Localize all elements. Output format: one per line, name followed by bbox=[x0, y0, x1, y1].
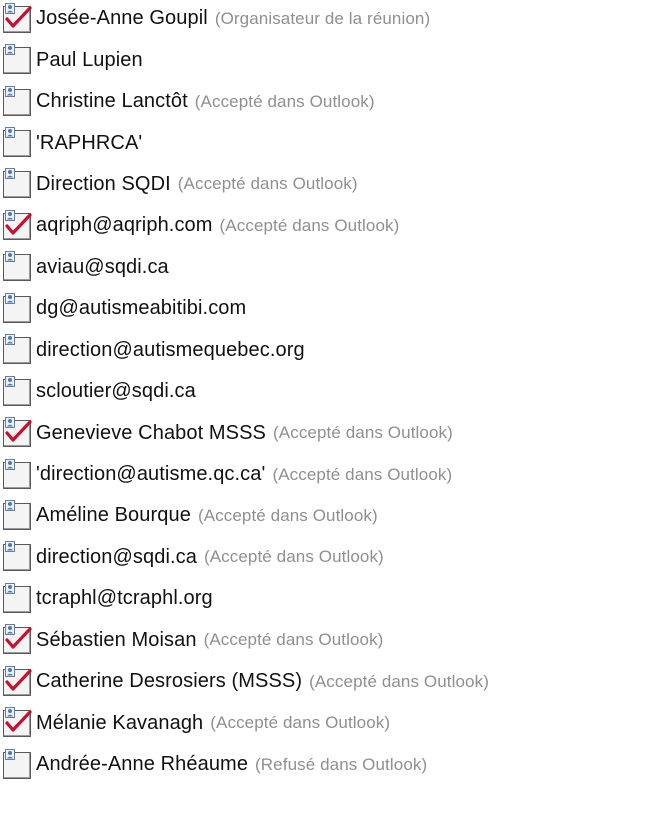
attendee-status: (Refusé dans Outlook) bbox=[255, 754, 428, 774]
attendee-icon bbox=[0, 250, 34, 284]
attendee-name: Christine Lanctôt bbox=[36, 90, 188, 113]
attendee-row[interactable]: 'direction@autisme.qc.ca' (Accepté dans O… bbox=[0, 454, 652, 495]
attendee-row[interactable]: Genevieve Chabot MSSS (Accepté dans Outlo… bbox=[0, 412, 652, 453]
attendee-status: (Accepté dans Outlook) bbox=[273, 423, 453, 443]
attendee-status: (Accepté dans Outlook) bbox=[177, 174, 358, 194]
attendee-name: Direction SQDI bbox=[36, 172, 171, 195]
attendee-status: (Accepté dans Outlook) bbox=[203, 630, 384, 650]
attendee-name: Paul Lupien bbox=[36, 48, 143, 71]
attendee-checked-icon bbox=[0, 416, 34, 450]
attendee-row[interactable]: Andrée-Anne Rhéaume (Refusé dans Outlook) bbox=[0, 744, 652, 785]
attendee-icon bbox=[0, 43, 34, 77]
attendee-name: Catherine Desrosiers (MSSS) bbox=[36, 670, 303, 693]
attendee-row[interactable]: aqriph@aqriph.com (Accepté dans Outlook) bbox=[0, 205, 652, 246]
attendee-row[interactable]: aviau@sqdi.ca bbox=[0, 247, 652, 288]
attendee-icon bbox=[0, 167, 34, 201]
attendee-name: aviau@sqdi.ca bbox=[36, 255, 169, 278]
attendee-row[interactable]: tcraphl@tcraphl.org bbox=[0, 578, 652, 619]
attendee-name: direction@autismequebec.org bbox=[36, 338, 305, 361]
attendee-icon bbox=[0, 748, 34, 782]
attendee-name: Genevieve Chabot MSSS bbox=[36, 421, 267, 444]
attendee-checked-icon bbox=[0, 623, 34, 657]
attendee-list: Josée-Anne Goupil (Organisateur de la réu… bbox=[0, 0, 652, 785]
attendee-name: 'direction@autisme.qc.ca' bbox=[36, 463, 266, 486]
attendee-icon bbox=[0, 458, 34, 492]
attendee-icon bbox=[0, 292, 34, 326]
attendee-status: (Accepté dans Outlook) bbox=[272, 464, 453, 484]
attendee-checked-icon bbox=[0, 665, 34, 699]
attendee-status: (Accepté dans Outlook) bbox=[210, 713, 391, 733]
attendee-status: (Accepté dans Outlook) bbox=[197, 505, 378, 525]
attendee-row[interactable]: dg@autismeabitibi.com bbox=[0, 288, 652, 329]
attendee-row[interactable]: Sébastien Moisan (Accepté dans Outlook) bbox=[0, 620, 652, 661]
attendee-icon bbox=[0, 333, 34, 367]
attendee-row[interactable]: Josée-Anne Goupil (Organisateur de la réu… bbox=[0, 0, 652, 39]
attendee-row[interactable]: 'RAPHRCA' bbox=[0, 122, 652, 163]
attendee-row[interactable]: direction@sqdi.ca (Accepté dans Outlook) bbox=[0, 537, 652, 578]
attendee-name: direction@sqdi.ca bbox=[36, 545, 197, 568]
attendee-row[interactable]: Paul Lupien bbox=[0, 39, 652, 80]
attendee-name: Josée-Anne Goupil bbox=[36, 7, 208, 30]
attendee-icon bbox=[0, 540, 34, 574]
attendee-row[interactable]: direction@autismequebec.org bbox=[0, 330, 652, 371]
attendee-status: (Accepté dans Outlook) bbox=[194, 91, 375, 111]
attendee-row[interactable]: Améline Bourque (Accepté dans Outlook) bbox=[0, 495, 652, 536]
attendee-name: dg@autismeabitibi.com bbox=[36, 297, 247, 320]
attendee-name: 'RAPHRCA' bbox=[36, 131, 143, 154]
attendee-checked-icon bbox=[0, 209, 34, 243]
attendee-status: (Organisateur de la réunion) bbox=[214, 8, 431, 28]
attendee-status: (Accepté dans Outlook) bbox=[219, 215, 400, 235]
attendee-row[interactable]: scloutier@sqdi.ca bbox=[0, 371, 652, 412]
attendee-name: scloutier@sqdi.ca bbox=[36, 380, 196, 403]
attendee-checked-icon bbox=[0, 2, 34, 36]
attendee-status: (Accepté dans Outlook) bbox=[309, 671, 489, 691]
attendee-icon bbox=[0, 582, 34, 616]
attendee-name: tcraphl@tcraphl.org bbox=[36, 587, 213, 610]
attendee-name: Sébastien Moisan bbox=[36, 628, 197, 651]
attendee-name: aqriph@aqriph.com bbox=[36, 214, 213, 237]
attendee-row[interactable]: Catherine Desrosiers (MSSS) (Accepté dans… bbox=[0, 661, 652, 702]
attendee-name: Andrée-Anne Rhéaume bbox=[36, 753, 249, 776]
attendee-name: Améline Bourque bbox=[36, 504, 191, 527]
attendee-row[interactable]: Direction SQDI (Accepté dans Outlook) bbox=[0, 164, 652, 205]
attendee-icon bbox=[0, 126, 34, 160]
attendee-row[interactable]: Christine Lanctôt (Accepté dans Outlook) bbox=[0, 81, 652, 122]
attendee-name: Mélanie Kavanagh bbox=[36, 711, 204, 734]
attendee-icon bbox=[0, 85, 34, 119]
attendee-icon bbox=[0, 499, 34, 533]
attendee-status: (Accepté dans Outlook) bbox=[203, 547, 384, 567]
attendee-row[interactable]: Mélanie Kavanagh (Accepté dans Outlook) bbox=[0, 702, 652, 743]
attendee-icon bbox=[0, 375, 34, 409]
attendee-checked-icon bbox=[0, 706, 34, 740]
